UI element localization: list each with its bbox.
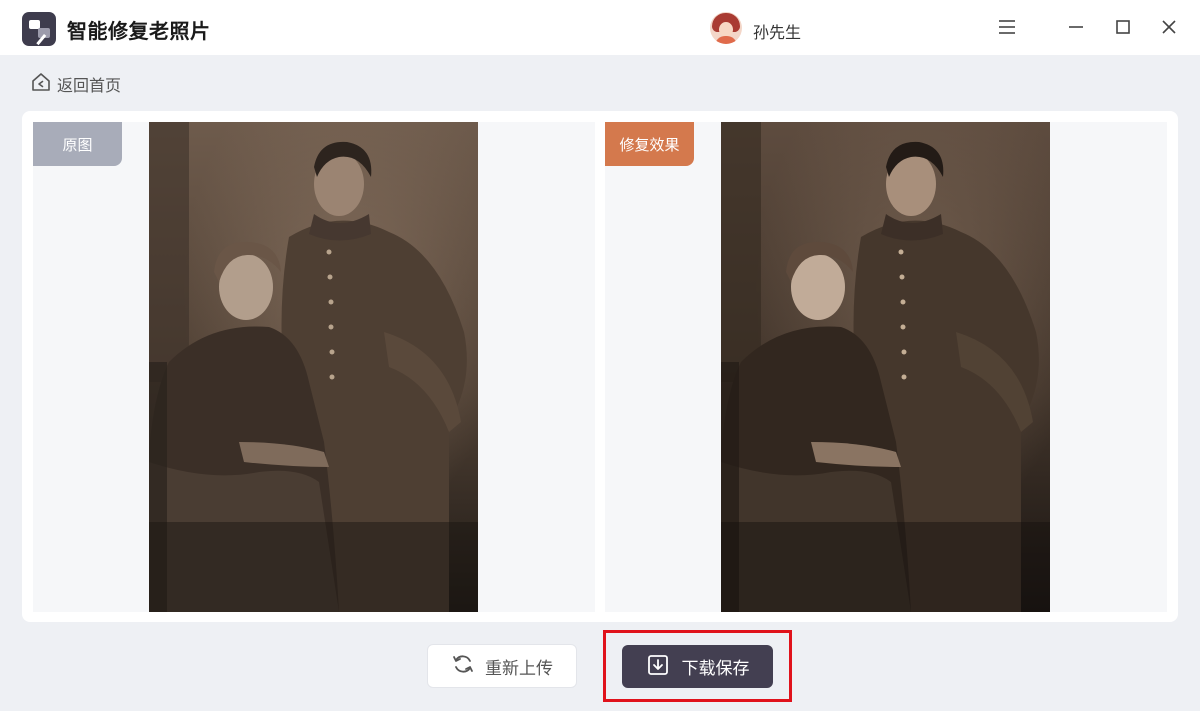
app-logo-icon xyxy=(22,12,56,46)
user-avatar[interactable] xyxy=(710,12,742,44)
close-icon[interactable] xyxy=(1154,12,1184,42)
download-icon xyxy=(646,653,670,681)
reupload-label: 重新上传 xyxy=(485,658,553,679)
compare-panel: 原图 修复效果 xyxy=(22,111,1178,622)
original-photo xyxy=(149,122,478,612)
home-icon xyxy=(31,72,51,96)
reupload-button[interactable]: 重新上传 xyxy=(427,644,577,688)
title-bar: 智能修复老照片 孙先生 xyxy=(0,0,1200,55)
maximize-icon[interactable] xyxy=(1108,12,1138,42)
user-name[interactable]: 孙先生 xyxy=(753,19,801,43)
back-home-link[interactable]: 返回首页 xyxy=(31,72,121,96)
back-home-label: 返回首页 xyxy=(57,76,122,95)
app-title: 智能修复老照片 xyxy=(67,19,211,43)
refresh-icon xyxy=(451,652,475,680)
result-pane: 修复效果 xyxy=(605,122,1167,612)
minimize-icon[interactable] xyxy=(1061,12,1091,42)
original-pane: 原图 xyxy=(33,122,595,612)
download-save-label: 下载保存 xyxy=(681,659,750,679)
hamburger-menu-icon[interactable] xyxy=(992,12,1022,42)
restored-photo xyxy=(721,122,1050,612)
result-tag: 修复效果 xyxy=(605,122,694,166)
download-save-button[interactable]: 下载保存 xyxy=(622,645,773,688)
original-tag: 原图 xyxy=(33,122,122,166)
